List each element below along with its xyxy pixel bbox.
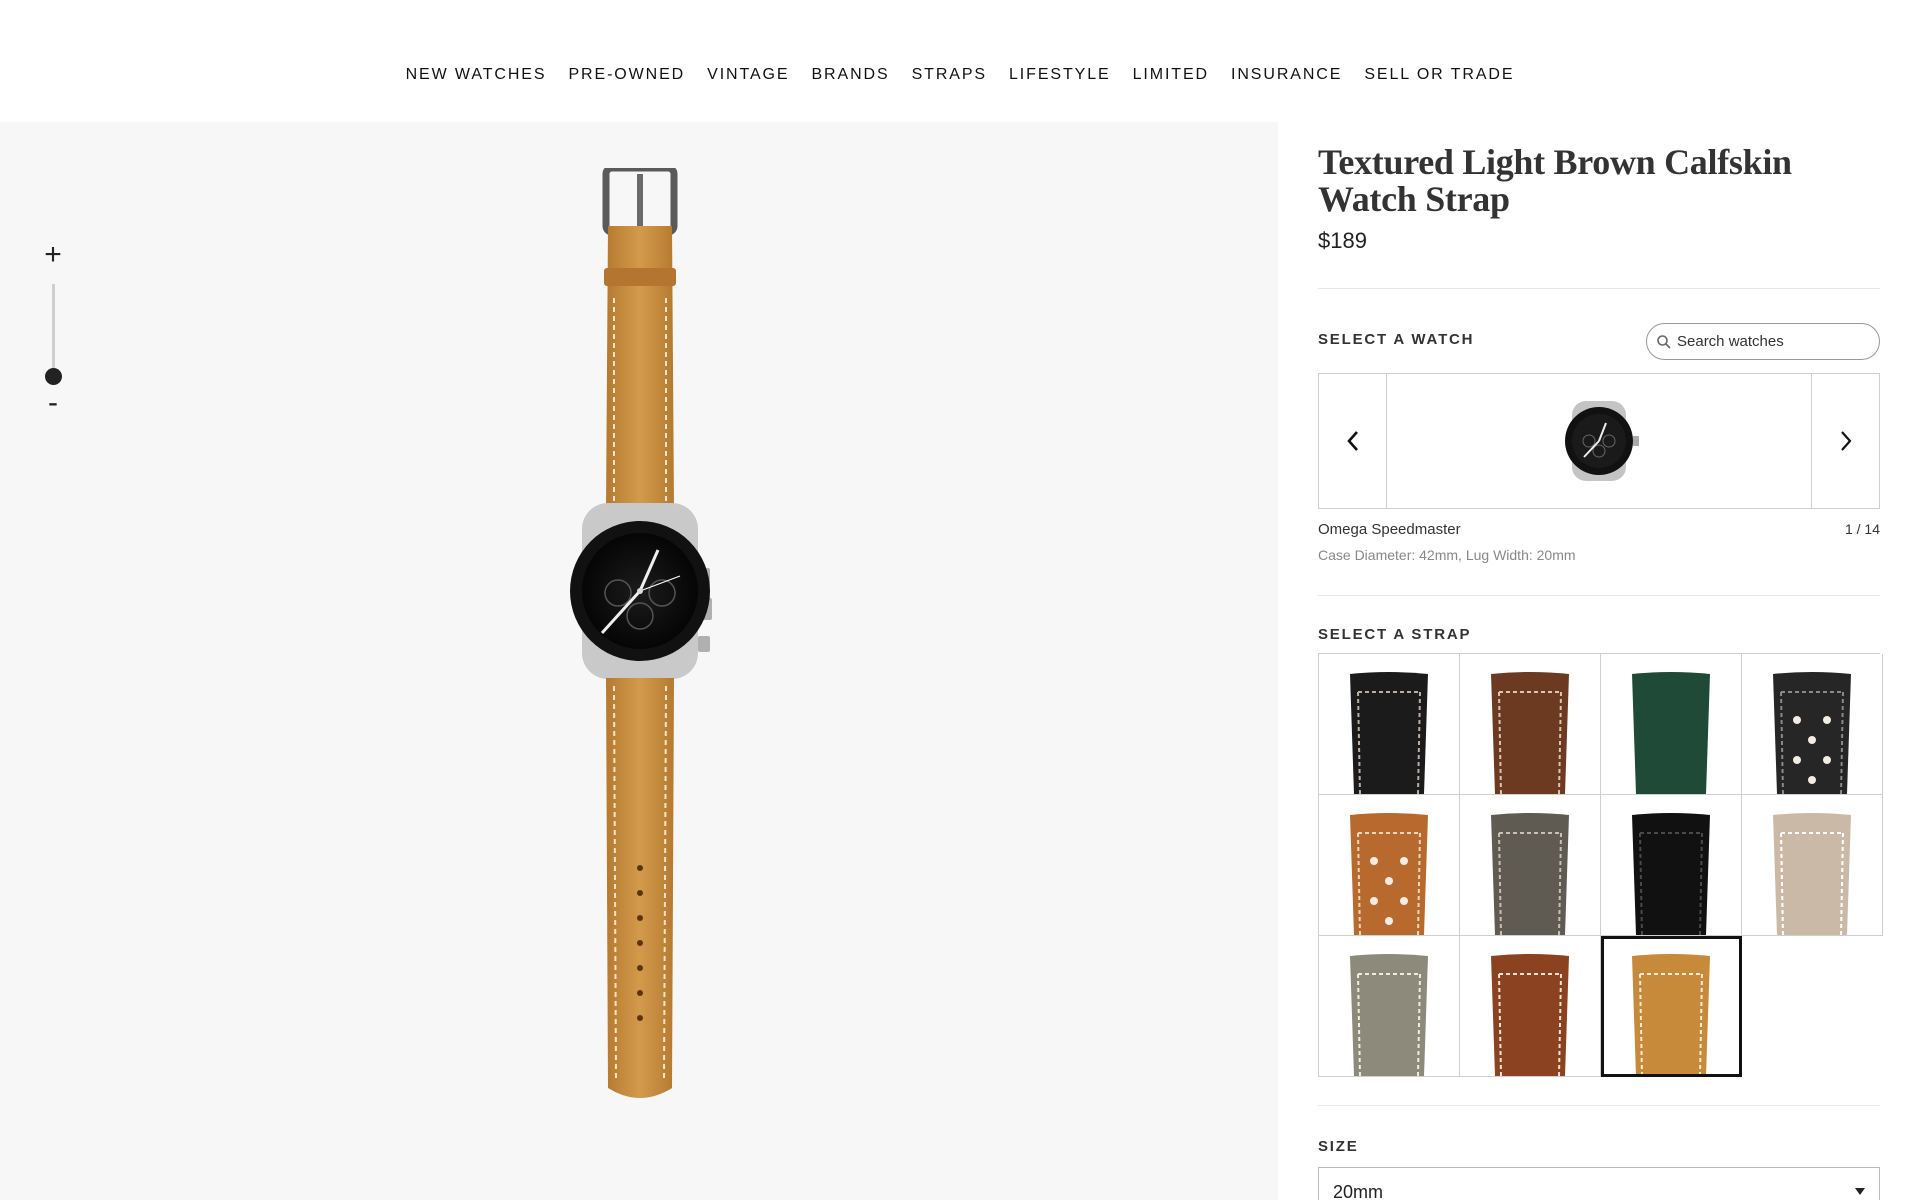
watch-search-input[interactable] [1677, 333, 1867, 350]
zoom-slider-track[interactable] [52, 284, 55, 376]
caret-down-icon [1855, 1188, 1865, 1195]
zoom-out-button[interactable]: - [40, 388, 66, 418]
strap-thumbnail-image [1491, 954, 1569, 1076]
size-select[interactable]: 20mm [1318, 1167, 1880, 1200]
strap-option-grey-suede-strap[interactable] [1460, 795, 1601, 936]
product-title: Textured Light Brown Calfskin Watch Stra… [1318, 142, 1792, 219]
watch-carousel [1318, 373, 1880, 509]
nav-item-pre-owned[interactable]: PRE-OWNED [557, 66, 696, 84]
selected-watch-info: Omega Speedmaster 1 / 14 Case Diameter: … [1318, 521, 1880, 579]
select-watch-header: SELECT A WATCH [1318, 317, 1880, 373]
strap-thumbnail-image [1773, 813, 1851, 935]
strap-thumbnail-image [1350, 954, 1428, 1076]
strap-grid [1318, 653, 1883, 1077]
strap-option-black-leather-strap[interactable] [1319, 654, 1460, 795]
selected-watch-name: Omega Speedmaster [1318, 521, 1461, 538]
watch-search-box[interactable] [1646, 323, 1880, 360]
product-price: $189 [1318, 228, 1367, 253]
strap-grid-empty-cell [1742, 936, 1883, 1077]
strap-option-rust-brown-strap[interactable] [1460, 936, 1601, 1077]
strap-thumbnail-image [1350, 672, 1428, 794]
select-watch-label: SELECT A WATCH [1318, 331, 1475, 348]
search-icon [1657, 334, 1671, 349]
strap-option-sand-suede-strap[interactable] [1742, 795, 1883, 936]
strap-thumbnail-image [1773, 672, 1851, 794]
nav-item-sell-or-trade[interactable]: SELL OR TRADE [1353, 66, 1525, 84]
size-value: 20mm [1333, 1182, 1384, 1200]
strap-option-brown-leather-strap[interactable] [1460, 654, 1601, 795]
strap-option-black-rally-strap[interactable] [1742, 654, 1883, 795]
nav-item-insurance[interactable]: INSURANCE [1220, 66, 1353, 84]
chevron-left-icon [1346, 431, 1358, 451]
top-navigation: NEW WATCHES PRE-OWNED VINTAGE BRANDS STRAPS L… [0, 0, 1920, 122]
carousel-position: 1 / 14 [1844, 521, 1880, 537]
nav-item-lifestyle[interactable]: LIFESTYLE [998, 66, 1122, 84]
carousel-next-button[interactable] [1811, 374, 1879, 508]
product-panel: Textured Light Brown Calfskin Watch Stra… [1318, 122, 1883, 1200]
select-strap-label: SELECT A STRAP [1318, 626, 1472, 643]
strap-thumbnail-image [1632, 672, 1710, 794]
strap-option-grey-vintage-strap[interactable] [1319, 936, 1460, 1077]
strap-option-green-leather-strap[interactable] [1601, 654, 1742, 795]
nav-item-limited[interactable]: LIMITED [1122, 66, 1220, 84]
nav-menu: NEW WATCHES PRE-OWNED VINTAGE BRANDS STRAPS L… [0, 66, 1920, 84]
product-image [570, 168, 712, 1098]
strap-thumbnail-image [1350, 813, 1428, 935]
nav-item-new-watches[interactable]: NEW WATCHES [395, 66, 558, 84]
strap-thumbnail-image [1491, 672, 1569, 794]
carousel-prev-button[interactable] [1319, 374, 1387, 508]
strap-thumbnail-image [1632, 813, 1710, 935]
divider [1318, 288, 1880, 289]
nav-item-brands[interactable]: BRANDS [800, 66, 900, 84]
strap-option-tan-rally-strap[interactable] [1319, 795, 1460, 936]
watch-thumbnail-image [1565, 401, 1639, 481]
watch-specs: Case Diameter: 42mm, Lug Width: 20mm [1318, 547, 1576, 563]
divider [1318, 1105, 1880, 1106]
strap-thumbnail-image [1632, 954, 1710, 1076]
nav-item-straps[interactable]: STRAPS [901, 66, 998, 84]
selected-watch-thumbnail[interactable] [1387, 374, 1811, 508]
zoom-control: + - [40, 240, 66, 422]
zoom-in-button[interactable]: + [40, 240, 66, 270]
size-label: SIZE [1318, 1138, 1359, 1155]
strap-thumbnail-image [1491, 813, 1569, 935]
strap-option-light-brown-calfskin-strap[interactable] [1601, 936, 1742, 1077]
product-gallery: + - [0, 122, 1278, 1200]
zoom-slider-handle[interactable] [45, 368, 62, 385]
nav-item-vintage[interactable]: VINTAGE [696, 66, 800, 84]
chevron-right-icon [1840, 431, 1851, 451]
strap-option-black-alligator-strap[interactable] [1601, 795, 1742, 936]
divider [1318, 595, 1880, 596]
